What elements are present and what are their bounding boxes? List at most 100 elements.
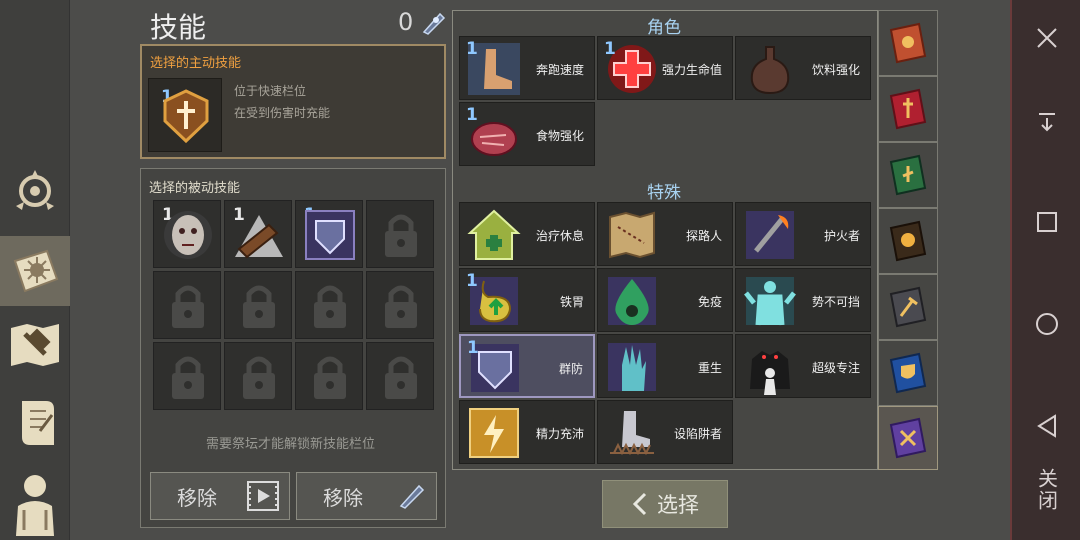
skill-label: 奔跑速度 — [535, 63, 584, 77]
book-tab-theater-icon[interactable] — [878, 340, 938, 406]
locked-slot — [153, 342, 221, 410]
skill-label: 饮料强化 — [811, 63, 860, 77]
skill-label: 重生 — [697, 361, 722, 375]
skill-level: 1 — [466, 105, 478, 125]
armor-shield-icon — [305, 210, 355, 260]
skill-group-defense[interactable]: 1 群防 — [459, 334, 595, 398]
energy-bolt-icon — [469, 408, 519, 458]
left-nav — [0, 0, 70, 540]
skill-level: 1 — [604, 39, 616, 59]
chevron-left-icon — [632, 492, 647, 516]
passive-skills-heading: 选择的被动技能 — [149, 181, 241, 196]
skill-points-count: 0 — [398, 8, 414, 36]
skill-label: 强力生命值 — [661, 63, 722, 77]
close-text-button[interactable]: 关闭 — [1012, 460, 1080, 520]
skill-label: 设陷阱者 — [673, 427, 722, 441]
skill-pathfinder[interactable]: 探路人 — [597, 202, 733, 266]
passive-slot-1[interactable]: 1 — [153, 200, 221, 268]
skill-healing-rest[interactable]: 治疗休息 — [459, 202, 595, 266]
active-skill-desc-2: 在受到伤害时充能 — [234, 106, 331, 120]
book-tab-expand-icon[interactable] — [878, 406, 938, 470]
book-tab-sword-icon[interactable] — [878, 76, 938, 142]
remove-ad-button[interactable]: 移除 — [150, 472, 290, 520]
book-tab-sun-icon[interactable] — [878, 10, 938, 76]
locked-slot — [224, 271, 292, 339]
system-bar: 关闭 — [1010, 0, 1080, 540]
section-heading-special: 特殊 — [647, 183, 681, 203]
book-tab-nature-icon[interactable] — [878, 142, 938, 208]
remove-gem-label: 移除 — [323, 485, 363, 510]
lock-icon — [243, 285, 275, 328]
gem-icon — [420, 10, 446, 40]
locked-slot — [295, 342, 363, 410]
skill-iron-stomach[interactable]: 1 铁胃 — [459, 268, 595, 332]
skill-super-focus[interactable]: 超级专注 — [735, 334, 871, 398]
nav-skills-book-icon[interactable] — [0, 236, 70, 306]
locked-slot — [153, 271, 221, 339]
skill-label: 探路人 — [685, 229, 722, 243]
vampire-face-icon — [164, 211, 212, 259]
biohazard-drop-icon — [608, 277, 656, 325]
sword-shield-icon — [163, 89, 209, 144]
skill-immunity[interactable]: 免疫 — [597, 268, 733, 332]
skill-label: 超级专注 — [811, 361, 860, 375]
passive-slot-2[interactable]: 1 — [224, 200, 292, 268]
trap-foot-icon — [610, 411, 654, 456]
skill-level: 1 — [466, 271, 478, 291]
select-button[interactable]: 选择 — [602, 480, 728, 528]
nav-camp-icon[interactable] — [0, 158, 70, 224]
potion-flask-icon — [750, 46, 790, 95]
skill-fire-keeper[interactable]: 护火者 — [735, 202, 871, 266]
skill-unstoppable[interactable]: 势不可挡 — [735, 268, 871, 332]
skill-label: 势不可挡 — [811, 295, 860, 309]
skill-label: 铁胃 — [559, 295, 584, 309]
skill-level: 1 — [467, 338, 479, 358]
lock-icon — [385, 356, 417, 399]
skill-full-energy[interactable]: 精力充沛 — [459, 400, 595, 464]
book-tab-mask-icon[interactable] — [878, 208, 938, 274]
book-tab-hammer-icon[interactable] — [878, 274, 938, 340]
recent-apps-icon[interactable] — [1012, 204, 1080, 240]
lock-icon — [243, 356, 275, 399]
lock-icon — [385, 214, 417, 257]
close-icon[interactable] — [1012, 20, 1080, 56]
collapse-icon[interactable] — [1012, 104, 1080, 140]
skill-level: 1 — [466, 39, 478, 59]
nav-scroll-icon[interactable] — [0, 390, 70, 456]
remove-gem-button[interactable]: 移除 — [296, 472, 437, 520]
nav-character-icon[interactable] — [0, 466, 70, 540]
locked-slot — [224, 342, 292, 410]
heal-house-icon — [467, 209, 521, 260]
active-skill-slot[interactable]: 1 — [148, 78, 222, 152]
remove-ad-label: 移除 — [177, 485, 217, 510]
skill-food-boost[interactable]: 1 食物强化 — [459, 102, 595, 166]
back-icon[interactable] — [1012, 408, 1080, 444]
page-title: 技能 — [150, 11, 207, 44]
passive-slot-3[interactable]: 1 — [295, 200, 363, 268]
locked-slot — [295, 271, 363, 339]
nav-craft-map-icon[interactable] — [0, 312, 70, 378]
skill-label: 食物强化 — [535, 129, 584, 143]
skill-label: 群防 — [558, 362, 583, 376]
active-skill-desc-1: 位于快速栏位 — [234, 84, 307, 98]
skill-label: 免疫 — [697, 295, 722, 309]
skill-label: 护火者 — [823, 229, 860, 243]
skill-label: 治疗休息 — [535, 229, 584, 243]
skill-rebirth[interactable]: 重生 — [597, 334, 733, 398]
select-label: 选择 — [657, 493, 699, 517]
log-triangle-icon — [235, 215, 283, 259]
lock-icon — [172, 285, 204, 328]
lock-icon — [385, 285, 417, 328]
video-ad-icon — [247, 481, 279, 511]
rising-hand-icon — [608, 343, 656, 391]
active-skill-panel: 选择的主动技能 1 位于快速栏位 在受到伤害时充能 — [140, 44, 446, 159]
locked-slot — [366, 342, 434, 410]
lock-icon — [314, 356, 346, 399]
section-heading-role: 角色 — [647, 18, 681, 38]
lock-icon — [314, 285, 346, 328]
skill-trapper[interactable]: 设陷阱者 — [597, 400, 733, 464]
skill-running-speed[interactable]: 1 奔跑速度 — [459, 36, 595, 100]
skill-strong-health[interactable]: 1 强力生命值 — [597, 36, 733, 100]
skill-drink-boost[interactable]: 饮料强化 — [735, 36, 871, 100]
home-icon[interactable] — [1012, 306, 1080, 342]
